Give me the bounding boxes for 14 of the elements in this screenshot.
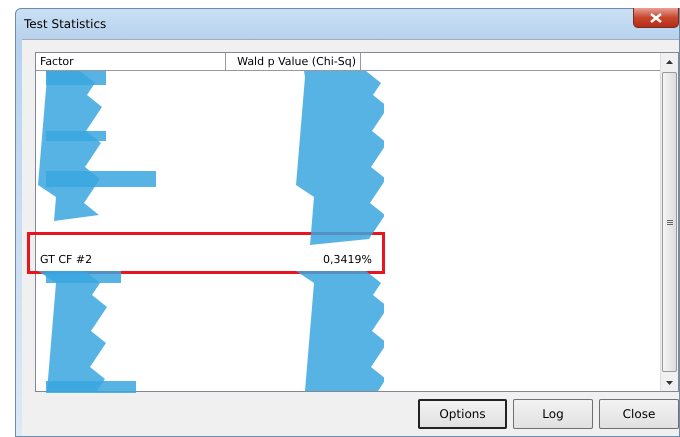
scroll-up-icon[interactable] [666, 60, 673, 64]
dialog-button[interactable]: Options [418, 399, 507, 429]
dialog-button[interactable]: Close [599, 399, 679, 429]
column-header[interactable]: Factor [36, 53, 226, 70]
close-icon [650, 12, 662, 22]
grip-icon [666, 220, 672, 224]
vertical-scrollbar[interactable] [660, 53, 678, 391]
dialog-button[interactable]: Log [513, 399, 593, 429]
column-header[interactable]: Wald p Value (Chi-Sq) [226, 53, 361, 70]
window-title: Test Statistics [24, 17, 106, 31]
scroll-down-icon[interactable] [666, 380, 673, 384]
close-button[interactable] [633, 8, 679, 28]
factor-cell-text: GT CF #2 [39, 252, 94, 266]
value-cell-text: 0,3419% [322, 252, 373, 266]
